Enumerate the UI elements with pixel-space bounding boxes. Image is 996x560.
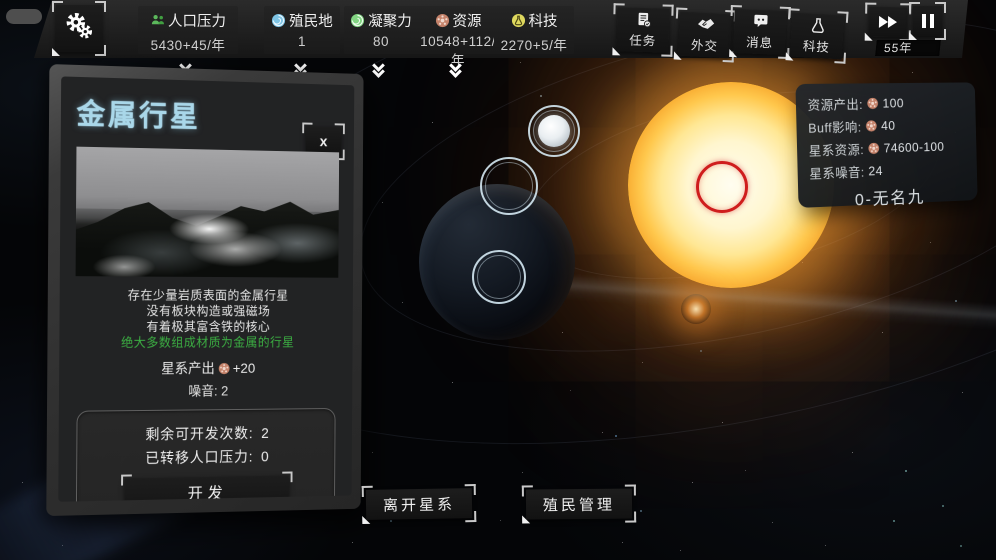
resource-wheel-icon	[435, 13, 450, 28]
planet-title: 金属行星	[77, 91, 340, 139]
leave-system-label: 离开星系	[383, 493, 455, 515]
stat-tech: 科技 2270+5/年	[494, 6, 574, 54]
stat-value: 2270+5/年	[494, 34, 574, 54]
flare-star	[681, 294, 711, 324]
planet-selection-ring	[472, 250, 526, 304]
menu-button-label: 外交	[691, 34, 719, 54]
stat-label: 资源	[453, 10, 482, 31]
chat-bubble-icon	[752, 11, 770, 32]
transferred-population-pressure: 已转移人口压力: 0	[83, 445, 329, 470]
stat-cohesion: 凝聚力 80	[344, 6, 418, 54]
description-line: 存在少量岩质表面的金属行星	[75, 287, 338, 304]
dev-stat-label: 剩余可开发次数:	[145, 426, 253, 443]
resource-wheel-icon	[218, 362, 230, 375]
noise-line: 噪音: 2	[75, 379, 338, 401]
planet-surface-photo	[76, 147, 340, 278]
info-row-system-noise: 星系噪音: 24	[809, 159, 966, 183]
star-field-bright	[0, 0, 2, 2]
description-highlight-line: 绝大多数组成材质为金属的行星	[75, 335, 338, 351]
description-line: 有着极其富含铁的核心	[75, 319, 338, 335]
fast-forward-button[interactable]	[869, 7, 908, 38]
info-row-system-resource: 星系资源: 74600-100	[809, 137, 966, 160]
info-label: Buff影响:	[808, 117, 862, 137]
info-value: 100	[882, 96, 904, 111]
info-label: 资源产出:	[807, 94, 863, 114]
metallic-sea	[76, 209, 339, 278]
description-line: 没有板块构造或强磁场	[75, 303, 338, 319]
year-display: 55年	[875, 40, 941, 56]
menu-button-label: 科技	[802, 35, 830, 56]
info-label: 星系噪音:	[809, 162, 865, 183]
stat-value: 5430+45/年	[138, 34, 238, 54]
planet-panel-body: 金属行星 x 存在少量岩质表面的金属行星 没有板块构造或强磁场 有着极其富含铁的…	[58, 76, 354, 501]
leave-system-button[interactable]: 离开星系	[366, 488, 473, 520]
noise-value: 2	[221, 384, 228, 399]
stat-colony: 殖民地 1	[264, 6, 340, 54]
fast-forward-icon	[879, 16, 897, 28]
develop-button-label: 开发	[125, 478, 289, 501]
menu-button-label: 任务	[629, 30, 657, 50]
stat-value: 1	[264, 34, 340, 49]
info-value: 24	[868, 163, 883, 178]
pause-button[interactable]	[913, 6, 942, 36]
stat-label: 殖民地	[289, 10, 333, 31]
tech-tree-button[interactable]: 科技	[790, 12, 845, 59]
flask-icon	[809, 15, 827, 36]
info-row-buff: Buff影响: 40	[808, 115, 965, 137]
diplomacy-button[interactable]: 外交	[678, 12, 732, 59]
planet-selection-ring	[528, 105, 580, 157]
stat-population-pressure: 人口压力 5430+45/年	[138, 6, 238, 54]
colony-management-button[interactable]: 殖民管理	[526, 489, 632, 520]
messages-button[interactable]: 消息	[733, 9, 787, 55]
stat-label: 人口压力	[168, 10, 226, 31]
double-chevron-down-icon	[371, 61, 389, 77]
population-people-icon	[150, 13, 165, 28]
stat-value: 80	[344, 34, 418, 49]
planet-detail-panel: 金属行星 x 存在少量岩质表面的金属行星 没有板块构造或强磁场 有着极其富含铁的…	[46, 64, 363, 516]
tasks-button[interactable]: 任务	[616, 7, 669, 52]
remaining-develop-count: 剩余可开发次数: 2	[83, 422, 329, 446]
output-value: +20	[233, 360, 256, 376]
develop-button[interactable]: 开发 资源消耗: 2000	[125, 475, 289, 501]
resource-wheel-icon	[868, 142, 880, 155]
double-chevron-down-icon	[448, 61, 466, 77]
system-output-line: 星系产出 +20	[75, 358, 338, 379]
info-row-resource-output: 资源产出: 100	[807, 93, 965, 114]
game-screen: 人口压力 5430+45/年 殖民地 1 凝聚力 80	[0, 0, 996, 560]
stat-label: 科技	[529, 10, 558, 31]
planet-description: 存在少量岩质表面的金属行星 没有板块构造或强磁场 有着极其富含铁的核心 绝大多数…	[75, 287, 338, 351]
gear-icon	[64, 11, 94, 46]
stat-resource: 资源 10548+112/年	[414, 6, 502, 54]
dev-stat-value: 2	[261, 426, 270, 442]
settings-button[interactable]	[56, 5, 102, 52]
resource-wheel-icon	[865, 119, 877, 132]
handshake-icon	[696, 14, 716, 35]
colony-management-label: 殖民管理	[543, 493, 615, 515]
info-value: 40	[881, 118, 896, 133]
output-label: 星系产出	[161, 358, 215, 378]
tech-flask-icon	[511, 13, 526, 28]
resource-wheel-icon	[867, 97, 879, 110]
stat-label: 凝聚力	[368, 10, 412, 31]
colony-swirl-icon	[271, 13, 286, 28]
planet-selection-ring	[480, 157, 538, 215]
noise-label: 噪音:	[188, 384, 217, 399]
cohesion-swirl-icon	[350, 13, 365, 28]
pause-icon	[922, 14, 934, 28]
close-icon: x	[320, 133, 328, 150]
info-value: 74600-100	[883, 139, 944, 155]
task-list-icon	[635, 9, 653, 29]
menu-button-label: 消息	[746, 32, 774, 52]
sun-selection-ring	[696, 161, 748, 213]
info-label: 星系资源:	[809, 139, 865, 159]
dev-stat-label: 已转移人口压力:	[145, 450, 253, 468]
top-bar-side-tab	[6, 9, 42, 24]
system-info-panel: 资源产出: 100 Buff影响: 40 星系资源: 74600-100 星系噪…	[795, 82, 977, 208]
development-subpanel: 剩余可开发次数:2 已转移人口压力:0 开发 资源消耗: 2000 花费2000…	[76, 408, 336, 502]
dev-stat-value: 0	[261, 450, 270, 466]
